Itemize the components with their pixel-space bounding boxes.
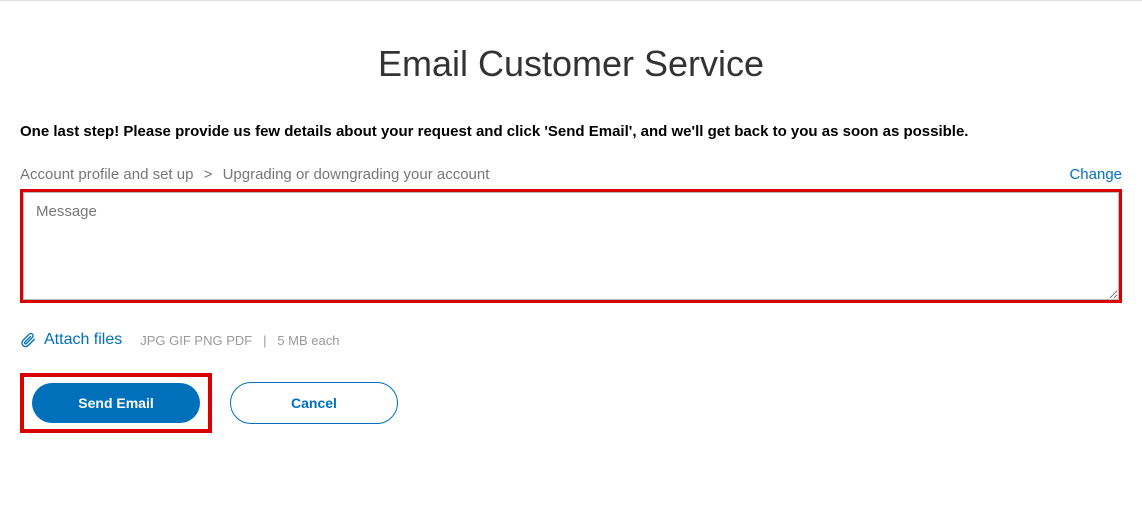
paperclip-icon [20, 332, 36, 348]
attach-hint-size: 5 MB each [277, 333, 339, 348]
send-highlight-box: Send Email [20, 373, 212, 433]
attach-hint-formats: JPG GIF PNG PDF [140, 333, 252, 348]
button-row: Send Email Cancel [20, 373, 1122, 433]
breadcrumb: Account profile and set up > Upgrading o… [20, 166, 489, 183]
attach-hint: JPG GIF PNG PDF | 5 MB each [140, 333, 339, 348]
breadcrumb-level-1: Account profile and set up [20, 166, 193, 183]
send-email-button[interactable]: Send Email [32, 383, 200, 423]
instruction-text: One last step! Please provide us few det… [20, 123, 1122, 140]
attach-hint-divider: | [263, 333, 266, 348]
cancel-button[interactable]: Cancel [230, 382, 398, 424]
change-link[interactable]: Change [1069, 166, 1122, 183]
attach-files-link[interactable]: Attach files [44, 331, 122, 349]
message-highlight-box [20, 189, 1122, 303]
breadcrumb-level-2: Upgrading or downgrading your account [223, 166, 490, 183]
message-textarea[interactable] [23, 192, 1119, 300]
breadcrumb-separator: > [204, 166, 213, 183]
breadcrumb-row: Account profile and set up > Upgrading o… [20, 166, 1122, 183]
attach-row: Attach files JPG GIF PNG PDF | 5 MB each [20, 331, 1122, 349]
page-title: Email Customer Service [20, 43, 1122, 85]
